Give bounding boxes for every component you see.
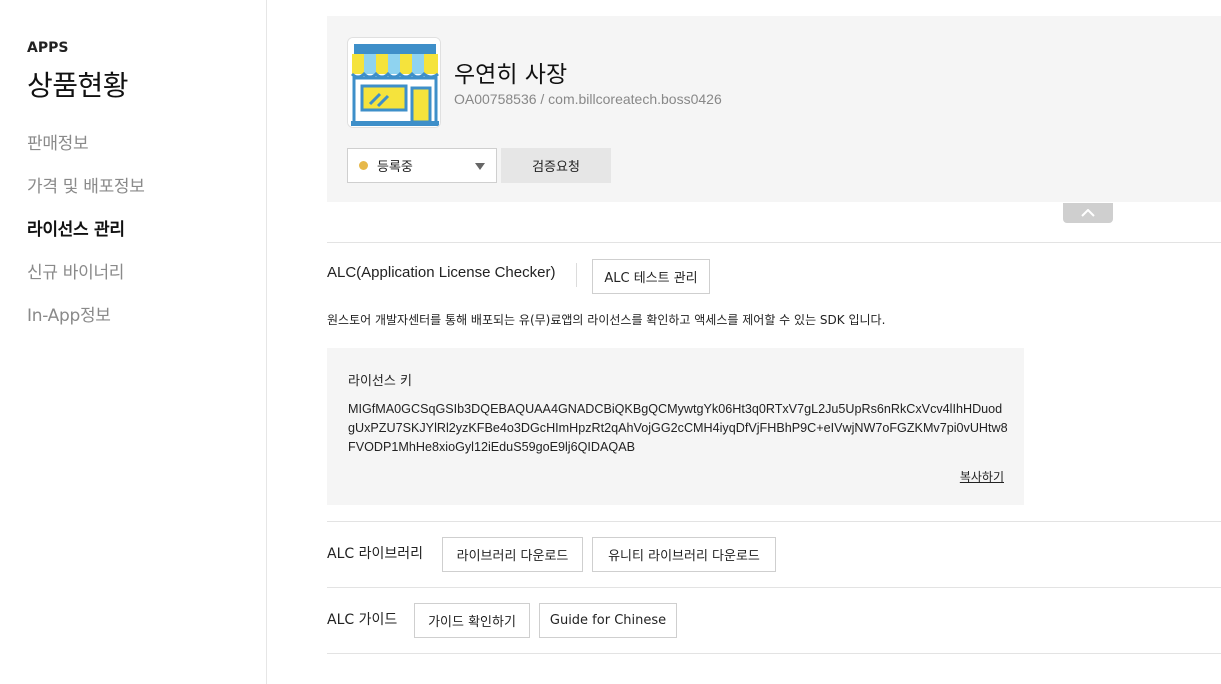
license-key-panel: 라이선스 키 MIGfMA0GCSqGSIb3DQEBAQUAA4GNADCBi… [327, 348, 1024, 505]
app-id-package: OA00758536 / com.billcoreatech.boss0426 [454, 91, 722, 107]
sidebar-nav: 판매정보 가격 및 배포정보 라이선스 관리 신규 바이너리 In-App정보 [27, 132, 145, 347]
sidebar: APPS 상품현황 판매정보 가격 및 배포정보 라이선스 관리 신규 바이너리… [0, 0, 267, 684]
divider [327, 653, 1221, 654]
alc-test-manage-button[interactable]: ALC 테스트 관리 [592, 259, 710, 294]
sidebar-item-price-distribution[interactable]: 가격 및 배포정보 [27, 175, 145, 218]
copy-license-key-link[interactable]: 복사하기 [960, 468, 1004, 485]
status-value: 등록중 [377, 160, 413, 175]
storefront-icon [347, 37, 441, 128]
status-dot [359, 161, 368, 170]
vertical-separator [576, 263, 577, 287]
verify-request-button[interactable]: 검증요청 [501, 148, 611, 183]
caret-down-icon [475, 163, 485, 170]
license-key-value: MIGfMA0GCSqGSIb3DQEBAQUAA4GNADCBiQKBgQCM… [348, 402, 1008, 454]
divider [327, 521, 1221, 522]
sidebar-item-new-binary[interactable]: 신규 바이너리 [27, 261, 145, 304]
alc-library-label: ALC 라이브러리 [327, 546, 424, 562]
alc-description: 원스토어 개발자센터를 통해 배포되는 유(무)료앱의 라이선스를 확인하고 액… [327, 313, 886, 327]
sidebar-item-license[interactable]: 라이선스 관리 [27, 218, 145, 261]
alc-section-title: ALC(Application License Checker) [327, 264, 556, 281]
section-label: APPS [27, 40, 69, 56]
app-name: 우연히 사장 [454, 62, 568, 88]
status-dropdown[interactable]: 등록중 [347, 148, 497, 183]
sidebar-item-sales-info[interactable]: 판매정보 [27, 132, 145, 175]
sidebar-item-in-app[interactable]: In-App정보 [27, 304, 145, 347]
divider [327, 242, 1221, 243]
page-title: 상품현황 [27, 69, 129, 102]
collapse-toggle[interactable] [1063, 203, 1113, 223]
license-key-label: 라이선스 키 [348, 374, 412, 389]
alc-guide-label: ALC 가이드 [327, 612, 398, 628]
guide-chinese-button[interactable]: Guide for Chinese [539, 603, 677, 638]
chevron-up-icon [1081, 209, 1095, 217]
guide-check-button[interactable]: 가이드 확인하기 [414, 603, 530, 638]
divider [327, 587, 1221, 588]
library-download-button[interactable]: 라이브러리 다운로드 [442, 537, 583, 572]
app-summary-card: 우연히 사장 OA00758536 / com.billcoreatech.bo… [327, 16, 1221, 202]
unity-library-download-button[interactable]: 유니티 라이브러리 다운로드 [592, 537, 776, 572]
